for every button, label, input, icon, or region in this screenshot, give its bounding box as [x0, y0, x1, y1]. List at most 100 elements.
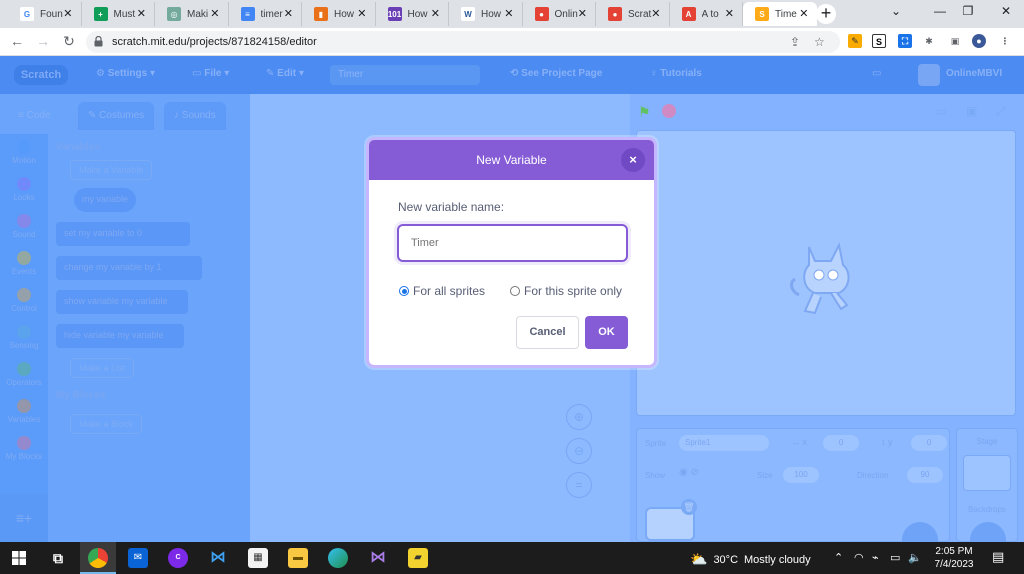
radio-for-this-sprite[interactable]: For this sprite only [510, 284, 622, 298]
scratch-cat-sprite[interactable] [785, 235, 865, 319]
minimize-icon[interactable]: — [930, 4, 950, 18]
file-explorer-icon[interactable]: ▬ [288, 548, 308, 568]
volume-icon[interactable]: 🔈 [908, 551, 922, 564]
windows-start-icon[interactable] [12, 551, 26, 565]
lock-icon[interactable] [94, 36, 103, 47]
share-icon[interactable]: ⇪ [790, 35, 800, 49]
tab-close-icon[interactable]: ✕ [431, 7, 440, 20]
tab-close-icon[interactable]: ✕ [799, 7, 808, 20]
visual-studio-icon[interactable]: ⋈ [368, 548, 388, 568]
delete-sprite-icon[interactable]: 🗑 [681, 499, 697, 515]
notifications-icon[interactable]: ▤ [992, 549, 1004, 565]
x-input[interactable]: 0 [823, 435, 859, 451]
hide-variable-block[interactable]: hide variable my variable [56, 324, 184, 348]
radio-button-unselected[interactable] [510, 286, 520, 296]
fullscreen-icon[interactable]: ⤢ [996, 104, 1006, 119]
small-stage-icon[interactable]: ▭ [936, 104, 947, 118]
make-block-button[interactable]: Make a Block [70, 414, 142, 434]
make-variable-button[interactable]: Make a Variable [70, 160, 152, 180]
ok-button[interactable]: OK [585, 316, 628, 349]
tutorials-button[interactable]: ♀ Tutorials [650, 68, 702, 79]
variable-name-input[interactable] [397, 224, 628, 262]
browser-tab[interactable]: ●Scrat✕ [596, 2, 670, 26]
close-dialog-button[interactable]: × [621, 148, 645, 172]
stage-canvas[interactable] [636, 130, 1016, 416]
zoom-reset-icon[interactable]: = [566, 472, 592, 498]
browser-tab[interactable]: ▮How✕ [302, 2, 376, 26]
file-menu[interactable]: ▭ File ▾ [192, 68, 229, 79]
see-project-page-button[interactable]: ⟲ See Project Page [510, 68, 602, 79]
tab-close-icon[interactable]: ✕ [63, 7, 72, 20]
tab-search-icon[interactable]: ⌄ [886, 4, 906, 18]
folder-icon[interactable]: ▭ [872, 68, 881, 79]
extensions-puzzle-icon[interactable]: ✱ [922, 34, 936, 48]
y-input[interactable]: 0 [911, 435, 947, 451]
stop-icon[interactable] [662, 104, 676, 118]
make-list-button[interactable]: Make a List [70, 358, 134, 378]
category-control[interactable]: Control [0, 288, 48, 313]
s-extension-icon[interactable]: S [872, 34, 886, 48]
sticky-notes-icon[interactable]: ▰ [408, 548, 428, 568]
task-view-icon[interactable]: ⧉ [48, 548, 68, 568]
browser-tab[interactable]: GFoun✕ [8, 2, 82, 26]
add-extension-icon[interactable]: ≡+ [0, 494, 48, 542]
browser-tab[interactable]: 101How✕ [376, 2, 450, 26]
pencil-extension-icon[interactable]: ✎ [848, 34, 862, 48]
browser-tab[interactable]: ◎Maki✕ [155, 2, 229, 26]
weather-widget[interactable]: ⛅ 30°C Mostly cloudy [690, 551, 811, 568]
category-operators[interactable]: Operators [0, 362, 48, 387]
mail-icon[interactable]: ✉ [128, 548, 148, 568]
stage-thumbnail[interactable] [963, 455, 1011, 491]
profile-avatar[interactable]: ● [972, 34, 986, 48]
zoom-in-icon[interactable]: ⊕ [566, 404, 592, 430]
screenshot-extension-icon[interactable]: ⛶ [898, 34, 912, 48]
canva-icon[interactable]: C [168, 548, 188, 568]
show-eye-icon[interactable]: ◉ ⊘ [679, 467, 699, 478]
set-variable-block[interactable]: set my variable to 0 [56, 222, 190, 246]
category-sensing[interactable]: Sensing [0, 325, 48, 350]
side-panel-icon[interactable]: ▣ [948, 34, 962, 48]
browser-tab[interactable]: ●Onlin✕ [523, 2, 597, 26]
category-motion[interactable]: Motion [0, 140, 48, 165]
browser-tab[interactable]: STime✕ [743, 2, 817, 26]
forward-icon[interactable]: → [34, 33, 52, 49]
sprite-name-input[interactable]: Sprite1 [679, 435, 769, 451]
chrome-menu-icon[interactable]: ⋮ [998, 34, 1012, 48]
edge-icon[interactable] [328, 548, 348, 568]
radio-for-all-sprites[interactable]: For all sprites [399, 284, 485, 298]
address-bar[interactable]: scratch.mit.edu/projects/871824158/edito… [86, 31, 840, 53]
tab-close-icon[interactable]: ✕ [504, 7, 513, 20]
restore-icon[interactable]: ❐ [958, 4, 978, 18]
tab-close-icon[interactable]: ✕ [578, 7, 587, 20]
settings-menu[interactable]: ⚙ Settings ▾ [96, 68, 155, 79]
system-clock[interactable]: 2:05 PM 7/4/2023 [926, 545, 982, 571]
browser-tab[interactable]: +Must✕ [82, 2, 156, 26]
cancel-button[interactable]: Cancel [516, 316, 579, 349]
new-tab-button[interactable]: + [816, 4, 836, 24]
green-flag-icon[interactable]: ⚑ [638, 104, 651, 121]
tab-close-icon[interactable]: ✕ [210, 7, 219, 20]
category-my-blocks[interactable]: My Blocks [0, 436, 48, 461]
tab-close-icon[interactable]: ✕ [651, 7, 660, 20]
tab-code[interactable]: ≡ Code [8, 102, 61, 130]
window-close-icon[interactable]: ✕ [996, 4, 1016, 18]
category-events[interactable]: Events [0, 251, 48, 276]
browser-tab[interactable]: ≡timer✕ [229, 2, 303, 26]
tab-close-icon[interactable]: ✕ [357, 7, 366, 20]
large-stage-icon[interactable]: ▣ [966, 104, 977, 118]
radio-button-selected[interactable] [399, 286, 409, 296]
project-title-input[interactable]: Timer [330, 65, 480, 85]
tab-close-icon[interactable]: ✕ [137, 7, 146, 20]
size-input[interactable]: 100 [783, 467, 819, 483]
category-variables[interactable]: Variables [0, 399, 48, 424]
user-avatar[interactable] [918, 64, 940, 86]
battery-icon[interactable]: ▭ [890, 551, 900, 564]
tab-close-icon[interactable]: ✕ [284, 7, 293, 20]
tab-costumes[interactable]: ✎ Costumes [78, 102, 154, 130]
category-sound[interactable]: Sound [0, 214, 48, 239]
my-variable-reporter[interactable]: my variable [74, 188, 136, 212]
tab-sounds[interactable]: ♪ Sounds [164, 102, 226, 130]
tray-chevron-icon[interactable]: ⌃ [834, 551, 843, 564]
zoom-out-icon[interactable]: ⊖ [566, 438, 592, 464]
store-icon[interactable]: ▦ [248, 548, 268, 568]
